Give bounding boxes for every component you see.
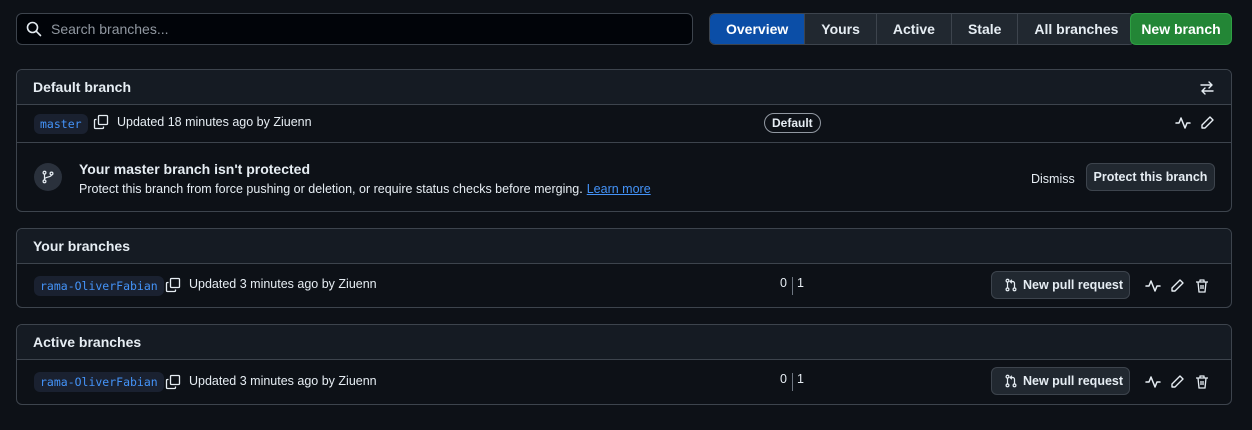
copy-icon[interactable] (165, 277, 181, 293)
copy-icon[interactable] (165, 374, 181, 390)
section-header: Default branch (17, 70, 1231, 105)
ahead-count: 1 (797, 372, 804, 386)
tab-all-branches[interactable]: All branches (1017, 14, 1135, 44)
ahead-behind-divider (792, 373, 793, 391)
protection-description: Protect this branch from force pushing o… (79, 182, 651, 196)
section-title: Default branch (33, 79, 132, 95)
new-branch-button[interactable]: New branch (1130, 13, 1232, 45)
search-input[interactable] (51, 21, 651, 37)
ahead-behind-divider (792, 277, 793, 295)
edit-icon[interactable] (1199, 115, 1215, 131)
git-branch-icon (34, 163, 62, 191)
tab-overview[interactable]: Overview (710, 14, 805, 44)
delete-icon[interactable] (1194, 278, 1210, 294)
pull-request-icon (1004, 374, 1023, 388)
new-pull-request-label: New pull request (1023, 374, 1124, 388)
protection-title: Your master branch isn't protected (79, 161, 311, 177)
default-badge: Default (764, 113, 821, 133)
section-title: Active branches (33, 334, 142, 350)
branch-row: master Updated 18 minutes ago by Ziuenn … (17, 105, 1231, 142)
new-pull-request-label: New pull request (1023, 278, 1124, 292)
active-branches-section: Active branches rama-OliverFabian Update… (16, 324, 1232, 405)
branch-filter-tabs: Overview Yours Active Stale All branches (709, 13, 1136, 45)
activity-icon[interactable] (1145, 278, 1161, 294)
your-branches-section: Your branches rama-OliverFabian Updated … (16, 228, 1232, 308)
switch-default-branch-icon[interactable] (1199, 80, 1215, 96)
activity-icon[interactable] (1175, 115, 1191, 131)
protection-description-text: Protect this branch from force pushing o… (79, 182, 583, 196)
new-pull-request-button[interactable]: New pull request (991, 367, 1130, 395)
tab-stale[interactable]: Stale (950, 14, 1018, 44)
section-header: Active branches (17, 325, 1231, 360)
updated-text: Updated 18 minutes ago by Ziuenn (117, 115, 312, 129)
updated-text: Updated 3 minutes ago by Ziuenn (189, 277, 377, 291)
activity-icon[interactable] (1145, 374, 1161, 390)
default-branch-section: Default branch master Updated 18 minutes… (16, 69, 1232, 212)
ahead-count: 1 (797, 276, 804, 290)
branch-protection-banner: Your master branch isn't protected Prote… (17, 142, 1231, 211)
edit-icon[interactable] (1169, 374, 1185, 390)
new-pull-request-button[interactable]: New pull request (991, 271, 1130, 299)
protect-branch-button[interactable]: Protect this branch (1086, 163, 1215, 191)
tab-yours[interactable]: Yours (804, 14, 876, 44)
behind-count: 0 (780, 372, 787, 386)
search-box[interactable] (16, 13, 693, 45)
branch-name-link[interactable]: master (34, 114, 88, 134)
dismiss-button[interactable]: Dismiss (1031, 172, 1075, 186)
branch-row: rama-OliverFabian Updated 3 minutes ago … (17, 264, 1231, 307)
updated-text: Updated 3 minutes ago by Ziuenn (189, 374, 377, 388)
search-icon (26, 21, 42, 37)
branch-name-link[interactable]: rama-OliverFabian (34, 372, 164, 392)
branch-row: rama-OliverFabian Updated 3 minutes ago … (17, 360, 1231, 404)
behind-count: 0 (780, 276, 787, 290)
copy-icon[interactable] (93, 114, 109, 130)
learn-more-link[interactable]: Learn more (587, 182, 651, 196)
branch-name-link[interactable]: rama-OliverFabian (34, 276, 164, 296)
section-header: Your branches (17, 229, 1231, 264)
delete-icon[interactable] (1194, 374, 1210, 390)
edit-icon[interactable] (1169, 278, 1185, 294)
tab-active[interactable]: Active (875, 14, 951, 44)
section-title: Your branches (33, 238, 130, 254)
pull-request-icon (1004, 278, 1023, 292)
